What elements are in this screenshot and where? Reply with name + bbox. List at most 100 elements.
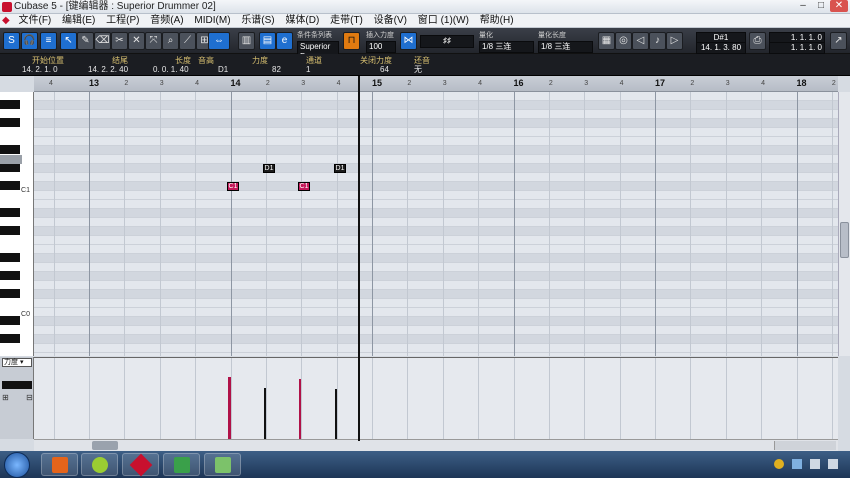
insert-velocity-value[interactable]: 100 (366, 41, 396, 53)
black-key[interactable] (0, 181, 20, 190)
menu-media[interactable]: 媒体(D) (281, 14, 323, 28)
vertical-scroll-thumb[interactable] (840, 222, 849, 258)
mouse-position-display: 14. 1. 3. 80 (696, 42, 746, 54)
project-cursor[interactable] (358, 76, 360, 441)
black-key[interactable] (0, 316, 20, 325)
midi-input-icon[interactable]: e (276, 32, 293, 50)
grid-lane (34, 128, 838, 137)
solo-button[interactable]: S (3, 32, 20, 50)
toolbar-overflow-icon[interactable]: ↗ (830, 32, 847, 50)
black-key[interactable] (0, 334, 20, 343)
menu-score[interactable]: 乐谱(S) (237, 14, 278, 28)
black-key[interactable] (0, 208, 20, 217)
black-key[interactable] (0, 145, 20, 154)
menu-app-icon[interactable]: ◆ (0, 14, 12, 28)
ruler[interactable]: 4132341423415234162341723418234 (34, 76, 838, 92)
taskbar-media-icon[interactable] (81, 453, 118, 476)
show-info-icon[interactable]: ≡ (40, 32, 57, 50)
menu-window[interactable]: 窗口 (1)(W) (414, 14, 473, 28)
zoom-slider[interactable] (774, 441, 836, 450)
tray-volume-icon[interactable] (828, 459, 838, 469)
menu-project[interactable]: 工程(P) (102, 14, 143, 28)
start-button[interactable] (4, 452, 30, 478)
black-key[interactable] (0, 289, 20, 298)
info-value-channel[interactable]: 1 (306, 65, 310, 74)
taskbar-camtasia-icon[interactable] (163, 453, 200, 476)
step-right-icon[interactable]: ▷ (666, 32, 683, 50)
info-value-pitch[interactable]: D1 (218, 65, 228, 74)
step-up-icon[interactable]: ♪ (649, 32, 666, 50)
info-value-length[interactable]: 0. 0. 1. 40 (153, 65, 189, 74)
maximize-button[interactable]: □ (812, 0, 830, 12)
quantize-select[interactable]: 1/8 三连 (479, 41, 534, 53)
grid-beat-line (690, 92, 692, 356)
piano-keyboard[interactable]: C1 C0 (0, 92, 34, 356)
snap-button-icon[interactable]: ⋈ (400, 32, 417, 50)
grid-display-icon[interactable]: ♯♯ (420, 35, 474, 48)
black-key[interactable] (0, 271, 20, 280)
horizontal-scroll-thumb[interactable] (92, 441, 118, 450)
controller-beat-line (372, 358, 373, 439)
independent-track-loop-icon[interactable]: ▥ (238, 32, 255, 50)
glue-tool-icon[interactable]: ⤧ (145, 32, 162, 50)
menu-midi[interactable]: MIDI(M) (190, 14, 234, 28)
step-left-icon[interactable]: ◁ (632, 32, 649, 50)
grid-lane (34, 254, 838, 263)
note-colors-icon[interactable]: ▦ (598, 32, 615, 50)
auto-scroll-icon[interactable]: ⇔ (208, 32, 230, 50)
taskbar-cubase-icon[interactable] (122, 453, 159, 477)
black-key[interactable] (0, 118, 20, 127)
vertical-scrollbar[interactable] (838, 92, 850, 356)
controller-type-select[interactable]: 力度 ▾ (2, 358, 32, 367)
note-grid[interactable]: C1 D1 C1 D1 (34, 92, 838, 356)
chord-icon[interactable]: ◎ (615, 32, 632, 50)
line-tool-icon[interactable]: ⟋ (179, 32, 196, 50)
taskbar-powerpoint-icon[interactable] (41, 453, 78, 476)
midi-note[interactable]: C1 (298, 182, 310, 191)
mute-tool-icon[interactable]: ✕ (128, 32, 145, 50)
midi-note[interactable]: D1 (334, 164, 346, 173)
black-key[interactable] (0, 253, 20, 262)
info-value-articulation[interactable]: 无 (414, 65, 422, 74)
step-input-icon[interactable]: ▤ (259, 32, 276, 50)
info-value-start[interactable]: 14. 2. 1. 0 (22, 65, 58, 74)
zoom-tool-icon[interactable]: ⌕ (162, 32, 179, 50)
black-key[interactable] (0, 226, 20, 235)
controller-lane-header: 力度 ▾ ⊞ ⊟ (0, 357, 34, 439)
info-value-off-velocity[interactable]: 64 (380, 65, 389, 74)
sync-position-bottom: 1. 1. 1. 0 (769, 42, 825, 54)
object-selection-tool-icon[interactable]: ↖ (60, 32, 77, 50)
add-lane-icon[interactable]: ⊞ (2, 393, 9, 402)
acoustic-feedback-button[interactable]: 🎧 (21, 32, 38, 50)
black-key[interactable] (0, 100, 20, 109)
grid-beat-line (725, 92, 727, 356)
minimize-button[interactable]: – (794, 0, 812, 12)
tray-network-icon[interactable] (792, 459, 802, 469)
quantize-length-select[interactable]: 1/8 三连 (538, 41, 593, 53)
insert-velocity-icon[interactable]: ⊓ (343, 32, 360, 50)
midi-note[interactable]: C1 (227, 182, 239, 191)
menu-transport[interactable]: 走带(T) (326, 14, 367, 28)
midi-note[interactable]: D1 (263, 164, 275, 173)
info-value-end[interactable]: 14. 2. 2. 40 (88, 65, 128, 74)
remove-lane-icon[interactable]: ⊟ (26, 393, 33, 402)
menu-edit[interactable]: 编辑(E) (58, 14, 99, 28)
menu-file[interactable]: 文件(F) (14, 14, 55, 28)
screenshot-icon[interactable]: ⎙ (749, 32, 766, 50)
close-button[interactable]: ✕ (830, 0, 848, 12)
tray-ime-icon[interactable] (774, 459, 784, 469)
highlighted-key[interactable] (0, 155, 22, 164)
menu-devices[interactable]: 设备(V) (370, 14, 411, 28)
erase-tool-icon[interactable]: ⌫ (94, 32, 111, 50)
taskbar-camtasia-recorder-icon[interactable] (204, 453, 241, 476)
tray-display-icon[interactable] (810, 459, 820, 469)
draw-tool-icon[interactable]: ✎ (77, 32, 94, 50)
menu-audio[interactable]: 音频(A) (146, 14, 187, 28)
info-value-velocity[interactable]: 82 (272, 65, 281, 74)
horizontal-scrollbar[interactable] (34, 439, 838, 451)
menu-help[interactable]: 帮助(H) (476, 14, 518, 28)
black-key[interactable] (0, 163, 20, 172)
controller-value-bar (2, 381, 32, 389)
trim-tool-icon[interactable]: ✂ (111, 32, 128, 50)
velocity-controller-lane[interactable] (34, 357, 838, 439)
